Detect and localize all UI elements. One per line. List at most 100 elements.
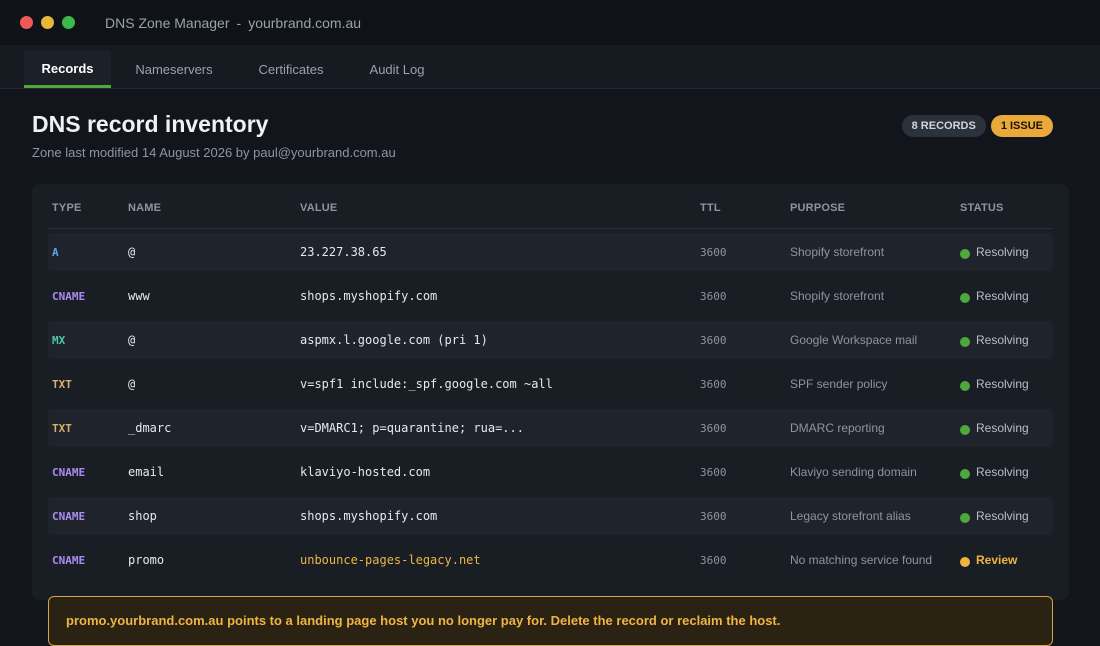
title-separator: - (236, 14, 242, 31)
record-type: TXT (52, 377, 72, 391)
issue-alert-banner: promo.yourbrand.com.au points to a landi… (48, 596, 1053, 646)
alert-message: promo.yourbrand.com.au points to a landi… (66, 613, 781, 628)
table-row[interactable]: CNAME promo unbounce-pages-legacy.net 36… (48, 541, 1053, 579)
record-ttl: 3600 (700, 245, 727, 259)
record-value: v=spf1 include:_spf.google.com ~all (300, 377, 553, 391)
record-type: MX (52, 333, 66, 347)
tab-records[interactable]: Records (24, 51, 111, 88)
status-label: Resolving (976, 421, 1029, 435)
close-window-button[interactable] (20, 16, 33, 29)
record-type: CNAME (52, 465, 86, 479)
record-purpose: Shopify storefront (790, 245, 885, 259)
record-ttl: 3600 (700, 465, 727, 479)
record-name: _dmarc (128, 421, 172, 435)
status-ok-icon (960, 512, 970, 523)
status-label[interactable]: Review (976, 553, 1017, 567)
record-ttl: 3600 (700, 289, 727, 303)
column-header-purpose[interactable]: PURPOSE (790, 202, 845, 214)
record-status: Resolving (960, 453, 1029, 491)
record-status: Resolving (960, 497, 1029, 535)
tab-certificates[interactable]: Certificates (245, 51, 337, 88)
zone-domain: yourbrand.com.au (248, 14, 362, 31)
app-name: DNS Zone Manager (105, 14, 230, 31)
page-subtitle: Zone last modified 14 August 2026 by pau… (32, 145, 396, 160)
record-type: CNAME (52, 509, 86, 523)
record-type: CNAME (52, 553, 86, 567)
records-table: TYPE NAME VALUE TTL PURPOSE STATUS A @ 2… (32, 184, 1069, 600)
status-label: Resolving (976, 465, 1029, 479)
record-status: Resolving (960, 321, 1029, 359)
record-value: klaviyo-hosted.com (300, 465, 431, 479)
status-label: Resolving (976, 509, 1029, 523)
record-value-flagged: unbounce-pages-legacy.net (300, 553, 481, 567)
table-row[interactable]: TXT _dmarc v=DMARC1; p=quarantine; rua=.… (48, 409, 1053, 447)
record-status: Resolving (960, 277, 1029, 315)
record-status: Resolving (960, 365, 1029, 403)
record-purpose: No matching service found (790, 553, 933, 567)
table-header: TYPE NAME VALUE TTL PURPOSE STATUS (48, 184, 1053, 229)
record-value: shops.myshopify.com (300, 509, 438, 523)
maximize-window-button[interactable] (62, 16, 75, 29)
table-row[interactable]: A @ 23.227.38.65 3600 Shopify storefront… (48, 233, 1053, 271)
record-name: @ (128, 333, 136, 347)
record-value: v=DMARC1; p=quarantine; rua=... (300, 421, 524, 435)
status-ok-icon (960, 248, 970, 259)
status-ok-icon (960, 468, 970, 479)
record-ttl: 3600 (700, 421, 727, 435)
status-warning-icon (960, 556, 970, 567)
record-ttl: 3600 (700, 553, 727, 567)
column-header-value[interactable]: VALUE (300, 202, 337, 214)
record-purpose: DMARC reporting (790, 421, 885, 435)
record-name: email (128, 465, 165, 479)
record-purpose: Google Workspace mail (790, 333, 918, 347)
column-header-ttl[interactable]: TTL (700, 202, 721, 214)
record-name: promo (128, 553, 165, 567)
record-purpose: Shopify storefront (790, 289, 885, 303)
record-ttl: 3600 (700, 509, 727, 523)
record-status: Resolving (960, 409, 1029, 447)
table-row[interactable]: CNAME shop shops.myshopify.com 3600 Lega… (48, 497, 1053, 535)
record-value: 23.227.38.65 (300, 245, 387, 259)
record-type: A (52, 245, 59, 259)
table-row[interactable]: CNAME www shops.myshopify.com 3600 Shopi… (48, 277, 1053, 315)
tab-nameservers[interactable]: Nameservers (122, 51, 226, 88)
record-purpose: Klaviyo sending domain (790, 465, 917, 479)
page-title: DNS record inventory (32, 111, 269, 137)
record-purpose: SPF sender policy (790, 377, 888, 391)
window-controls (20, 16, 75, 29)
record-type: TXT (52, 421, 72, 435)
summary-badges: 8 RECORDS 1 ISSUE (901, 115, 1053, 137)
record-name: www (128, 289, 150, 303)
column-header-status[interactable]: STATUS (960, 202, 1004, 214)
status-ok-icon (960, 336, 970, 347)
record-value: shops.myshopify.com (300, 289, 438, 303)
table-row[interactable]: TXT @ v=spf1 include:_spf.google.com ~al… (48, 365, 1053, 403)
table-row[interactable]: CNAME email klaviyo-hosted.com 3600 Klav… (48, 453, 1053, 491)
record-status: Review (960, 541, 1017, 579)
record-name: shop (128, 509, 157, 523)
record-ttl: 3600 (700, 377, 727, 391)
window-title: DNS Zone Manager - yourbrand.com.au (105, 15, 361, 31)
record-type: CNAME (52, 289, 86, 303)
status-label: Resolving (976, 289, 1029, 303)
status-ok-icon (960, 380, 970, 391)
record-purpose: Legacy storefront alias (790, 509, 911, 523)
issue-count-badge[interactable]: 1 ISSUE (990, 115, 1053, 137)
record-value: aspmx.l.google.com (pri 1) (300, 333, 488, 347)
column-header-name[interactable]: NAME (128, 202, 161, 214)
tab-audit-log[interactable]: Audit Log (357, 51, 437, 88)
record-name: @ (128, 245, 136, 259)
status-label: Resolving (976, 245, 1029, 259)
record-ttl: 3600 (700, 333, 727, 347)
table-row[interactable]: MX @ aspmx.l.google.com (pri 1) 3600 Goo… (48, 321, 1053, 359)
tab-bar: Records Nameservers Certificates Audit L… (0, 45, 1100, 89)
minimize-window-button[interactable] (41, 16, 54, 29)
record-status: Resolving (960, 233, 1029, 271)
status-ok-icon (960, 292, 970, 303)
status-label: Resolving (976, 333, 1029, 347)
title-bar: DNS Zone Manager - yourbrand.com.au (0, 0, 1100, 45)
status-ok-icon (960, 424, 970, 435)
records-count-badge: 8 RECORDS (901, 115, 986, 137)
column-header-type[interactable]: TYPE (52, 202, 82, 214)
record-name: @ (128, 377, 136, 391)
